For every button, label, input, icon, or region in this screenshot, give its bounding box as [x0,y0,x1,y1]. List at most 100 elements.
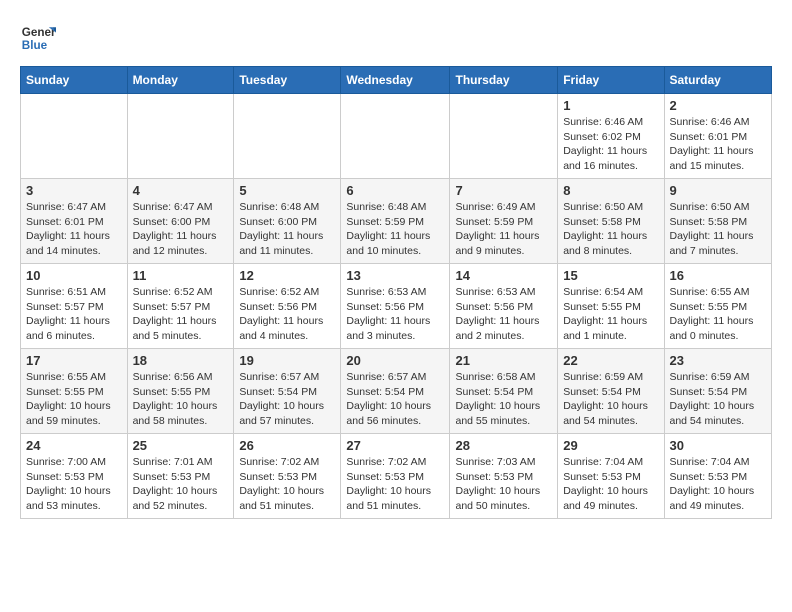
day-cell: 10 Sunrise: 6:51 AM Sunset: 5:57 PM Dayli… [21,264,128,349]
day-info: Sunrise: 6:55 AM Sunset: 5:55 PM Dayligh… [26,370,122,429]
day-info: Sunrise: 7:01 AM Sunset: 5:53 PM Dayligh… [133,455,229,514]
day-number: 18 [133,353,229,368]
day-number: 23 [670,353,767,368]
day-number: 16 [670,268,767,283]
day-cell: 19 Sunrise: 6:57 AM Sunset: 5:54 PM Dayli… [234,349,341,434]
day-info: Sunrise: 6:59 AM Sunset: 5:54 PM Dayligh… [563,370,658,429]
day-cell: 28 Sunrise: 7:03 AM Sunset: 5:53 PM Dayli… [450,434,558,519]
day-info: Sunrise: 6:48 AM Sunset: 5:59 PM Dayligh… [346,200,444,259]
day-cell: 29 Sunrise: 7:04 AM Sunset: 5:53 PM Dayli… [558,434,664,519]
day-cell: 3 Sunrise: 6:47 AM Sunset: 6:01 PM Daylig… [21,179,128,264]
day-number: 26 [239,438,335,453]
day-info: Sunrise: 6:59 AM Sunset: 5:54 PM Dayligh… [670,370,767,429]
day-number: 19 [239,353,335,368]
day-header-monday: Monday [127,67,234,94]
day-cell: 4 Sunrise: 6:47 AM Sunset: 6:00 PM Daylig… [127,179,234,264]
day-info: Sunrise: 6:51 AM Sunset: 5:57 PM Dayligh… [26,285,122,344]
day-number: 5 [239,183,335,198]
day-info: Sunrise: 6:58 AM Sunset: 5:54 PM Dayligh… [455,370,552,429]
page-header: General Blue [20,20,772,56]
day-info: Sunrise: 6:52 AM Sunset: 5:56 PM Dayligh… [239,285,335,344]
day-number: 4 [133,183,229,198]
day-cell: 20 Sunrise: 6:57 AM Sunset: 5:54 PM Dayli… [341,349,450,434]
day-cell: 25 Sunrise: 7:01 AM Sunset: 5:53 PM Dayli… [127,434,234,519]
day-number: 22 [563,353,658,368]
day-info: Sunrise: 6:46 AM Sunset: 6:01 PM Dayligh… [670,115,767,174]
day-cell: 11 Sunrise: 6:52 AM Sunset: 5:57 PM Dayli… [127,264,234,349]
day-number: 1 [563,98,658,113]
day-info: Sunrise: 6:55 AM Sunset: 5:55 PM Dayligh… [670,285,767,344]
day-cell: 17 Sunrise: 6:55 AM Sunset: 5:55 PM Dayli… [21,349,128,434]
day-cell: 6Sunrise: 6:48 AM Sunset: 5:59 PM Daylig… [341,179,450,264]
day-number: 30 [670,438,767,453]
day-cell: 7Sunrise: 6:49 AM Sunset: 5:59 PM Daylig… [450,179,558,264]
day-cell [234,94,341,179]
day-number: 3 [26,183,122,198]
day-info: Sunrise: 7:02 AM Sunset: 5:53 PM Dayligh… [346,455,444,514]
day-info: Sunrise: 6:47 AM Sunset: 6:00 PM Dayligh… [133,200,229,259]
day-info: Sunrise: 6:48 AM Sunset: 6:00 PM Dayligh… [239,200,335,259]
day-number: 2 [670,98,767,113]
day-info: Sunrise: 6:52 AM Sunset: 5:57 PM Dayligh… [133,285,229,344]
day-cell: 14 Sunrise: 6:53 AM Sunset: 5:56 PM Dayli… [450,264,558,349]
day-number: 11 [133,268,229,283]
week-row-1: 1 Sunrise: 6:46 AM Sunset: 6:02 PM Daylig… [21,94,772,179]
day-info: Sunrise: 6:56 AM Sunset: 5:55 PM Dayligh… [133,370,229,429]
day-number: 29 [563,438,658,453]
day-cell: 24Sunrise: 7:00 AM Sunset: 5:53 PM Dayli… [21,434,128,519]
day-number: 27 [346,438,444,453]
day-number: 10 [26,268,122,283]
day-cell: 21 Sunrise: 6:58 AM Sunset: 5:54 PM Dayli… [450,349,558,434]
week-row-5: 24Sunrise: 7:00 AM Sunset: 5:53 PM Dayli… [21,434,772,519]
day-info: Sunrise: 6:47 AM Sunset: 6:01 PM Dayligh… [26,200,122,259]
calendar-table: SundayMondayTuesdayWednesdayThursdayFrid… [20,66,772,519]
day-info: Sunrise: 6:50 AM Sunset: 5:58 PM Dayligh… [670,200,767,259]
day-header-tuesday: Tuesday [234,67,341,94]
day-info: Sunrise: 6:53 AM Sunset: 5:56 PM Dayligh… [346,285,444,344]
day-number: 21 [455,353,552,368]
day-info: Sunrise: 6:57 AM Sunset: 5:54 PM Dayligh… [239,370,335,429]
day-cell: 13 Sunrise: 6:53 AM Sunset: 5:56 PM Dayli… [341,264,450,349]
day-number: 20 [346,353,444,368]
week-row-2: 3 Sunrise: 6:47 AM Sunset: 6:01 PM Daylig… [21,179,772,264]
logo-icon: General Blue [20,20,56,56]
day-number: 14 [455,268,552,283]
week-row-4: 17 Sunrise: 6:55 AM Sunset: 5:55 PM Dayli… [21,349,772,434]
day-header-friday: Friday [558,67,664,94]
day-number: 9 [670,183,767,198]
day-cell: 1 Sunrise: 6:46 AM Sunset: 6:02 PM Daylig… [558,94,664,179]
day-cell [341,94,450,179]
day-info: Sunrise: 6:53 AM Sunset: 5:56 PM Dayligh… [455,285,552,344]
day-header-wednesday: Wednesday [341,67,450,94]
day-header-saturday: Saturday [664,67,772,94]
day-cell: 15 Sunrise: 6:54 AM Sunset: 5:55 PM Dayli… [558,264,664,349]
day-number: 15 [563,268,658,283]
day-cell: 12 Sunrise: 6:52 AM Sunset: 5:56 PM Dayli… [234,264,341,349]
day-cell: 16 Sunrise: 6:55 AM Sunset: 5:55 PM Dayli… [664,264,772,349]
day-cell: 27 Sunrise: 7:02 AM Sunset: 5:53 PM Dayli… [341,434,450,519]
day-info: Sunrise: 7:03 AM Sunset: 5:53 PM Dayligh… [455,455,552,514]
logo: General Blue [20,20,56,56]
day-info: Sunrise: 7:02 AM Sunset: 5:53 PM Dayligh… [239,455,335,514]
day-header-sunday: Sunday [21,67,128,94]
day-info: Sunrise: 6:50 AM Sunset: 5:58 PM Dayligh… [563,200,658,259]
day-number: 25 [133,438,229,453]
day-cell [21,94,128,179]
day-number: 13 [346,268,444,283]
day-info: Sunrise: 7:04 AM Sunset: 5:53 PM Dayligh… [563,455,658,514]
day-number: 12 [239,268,335,283]
day-cell: 18 Sunrise: 6:56 AM Sunset: 5:55 PM Dayli… [127,349,234,434]
day-number: 28 [455,438,552,453]
header-row: SundayMondayTuesdayWednesdayThursdayFrid… [21,67,772,94]
day-cell: 26 Sunrise: 7:02 AM Sunset: 5:53 PM Dayli… [234,434,341,519]
day-info: Sunrise: 6:54 AM Sunset: 5:55 PM Dayligh… [563,285,658,344]
day-number: 17 [26,353,122,368]
day-number: 8 [563,183,658,198]
day-info: Sunrise: 6:57 AM Sunset: 5:54 PM Dayligh… [346,370,444,429]
day-cell: 8 Sunrise: 6:50 AM Sunset: 5:58 PM Daylig… [558,179,664,264]
week-row-3: 10 Sunrise: 6:51 AM Sunset: 5:57 PM Dayli… [21,264,772,349]
day-cell: 30Sunrise: 7:04 AM Sunset: 5:53 PM Dayli… [664,434,772,519]
day-info: Sunrise: 6:46 AM Sunset: 6:02 PM Dayligh… [563,115,658,174]
day-cell: 22 Sunrise: 6:59 AM Sunset: 5:54 PM Dayli… [558,349,664,434]
day-info: Sunrise: 6:49 AM Sunset: 5:59 PM Dayligh… [455,200,552,259]
